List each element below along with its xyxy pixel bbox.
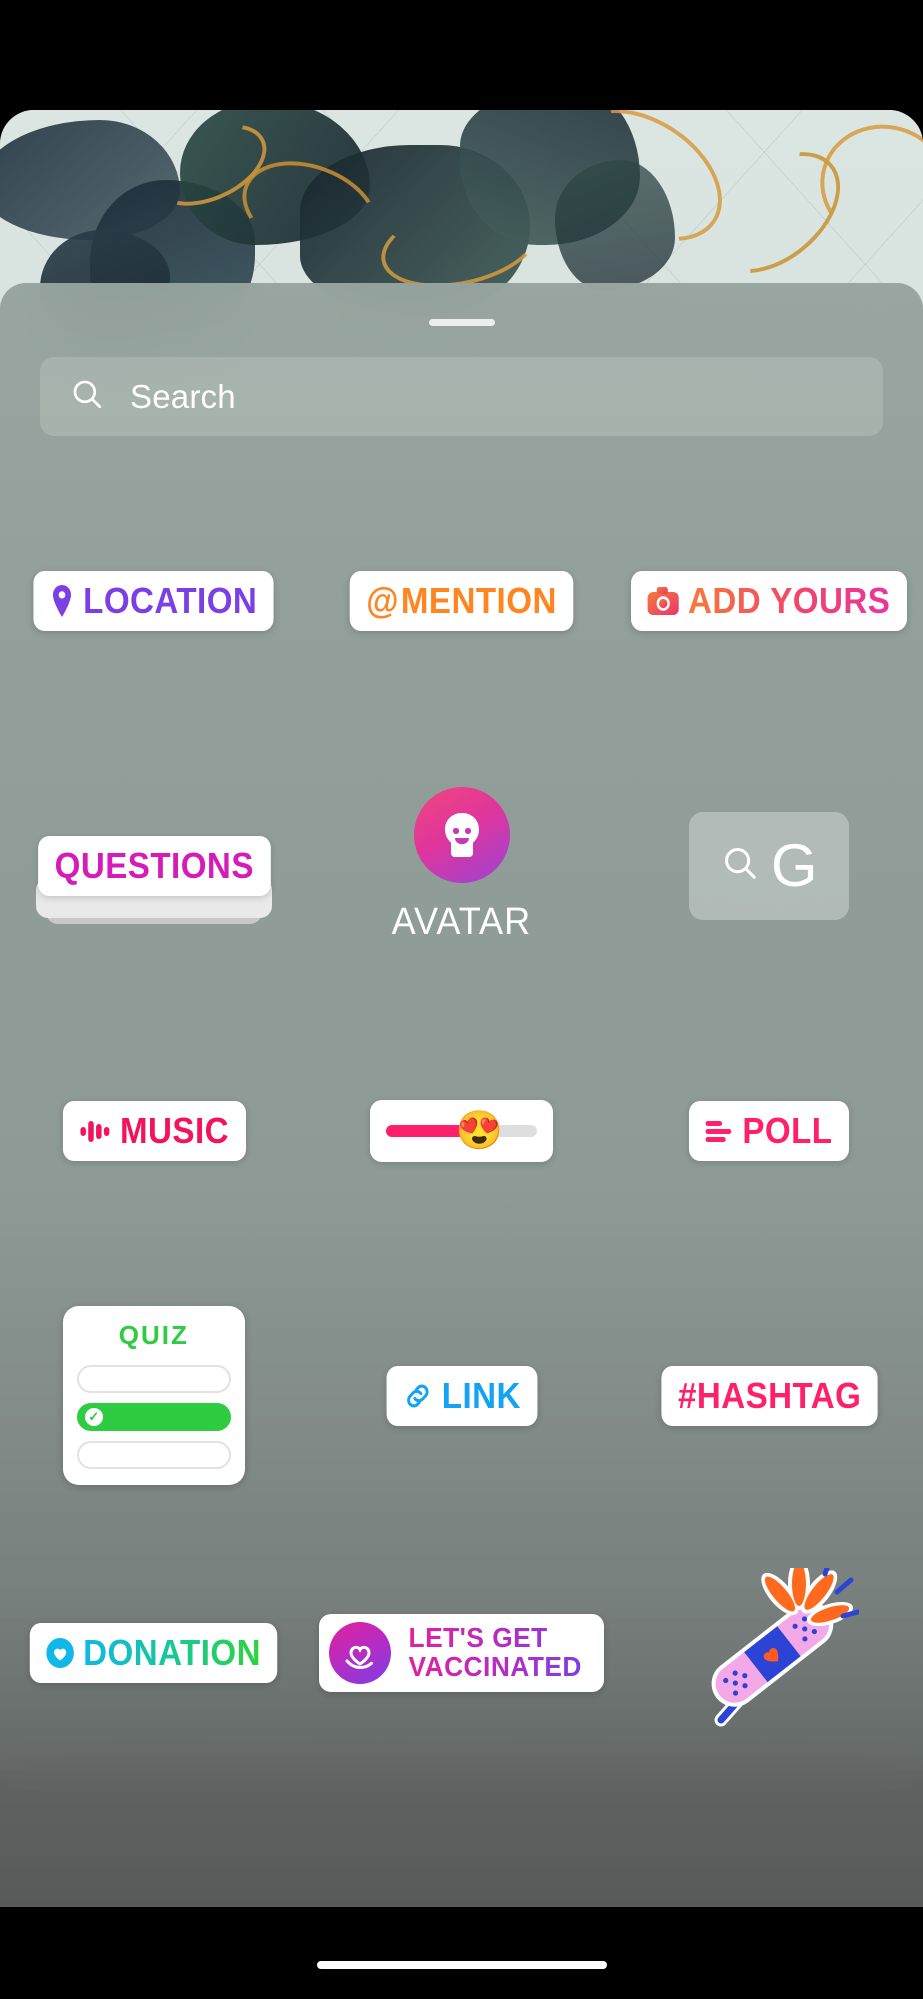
sticker-cell-quiz[interactable]: QUIZ ✓ xyxy=(0,1263,308,1528)
music-sticker-label: MUSIC xyxy=(120,1113,229,1149)
sticker-cell-link[interactable]: LINK xyxy=(308,1263,616,1528)
sticker-cell-donation[interactable]: DONATION xyxy=(0,1528,308,1778)
sheet-drag-handle[interactable] xyxy=(429,319,495,326)
search-input[interactable]: Search xyxy=(40,357,883,436)
location-pin-icon xyxy=(50,585,74,617)
sticker-cell-emoji-slider[interactable]: 😍 xyxy=(308,998,616,1263)
donation-sticker[interactable]: DONATION xyxy=(30,1623,278,1683)
sticker-tray-sheet: Search LOCATION xyxy=(0,283,923,1907)
sticker-cell-add-yours[interactable]: ADD YOURS xyxy=(615,468,923,733)
hashtag-sticker[interactable]: #HASHTAG xyxy=(661,1366,878,1426)
sticker-cell-location[interactable]: LOCATION xyxy=(0,468,308,733)
poll-sticker-label: POLL xyxy=(742,1113,832,1149)
quiz-sticker[interactable]: QUIZ ✓ xyxy=(63,1306,245,1485)
music-waveform-icon xyxy=(79,1116,110,1146)
sticker-cell-flower-bandage[interactable] xyxy=(615,1528,923,1778)
quiz-option[interactable] xyxy=(77,1365,231,1393)
questions-sticker[interactable]: QUESTIONS xyxy=(28,836,281,896)
location-sticker-label: LOCATION xyxy=(83,583,257,619)
link-sticker-label: LINK xyxy=(441,1378,520,1414)
add-yours-sticker-label: ADD YOURS xyxy=(688,583,890,619)
sticker-cell-questions[interactable]: QUESTIONS xyxy=(0,733,308,998)
sticker-grid: LOCATION @ MENTION xyxy=(0,468,923,1778)
mention-sticker[interactable]: @ MENTION xyxy=(350,571,574,631)
slider-fill xyxy=(386,1125,465,1137)
sticker-cell-music[interactable]: MUSIC xyxy=(0,998,308,1263)
poll-bars-icon xyxy=(706,1116,734,1146)
avatar-sticker[interactable] xyxy=(414,787,510,883)
sticker-cell-gif[interactable]: G xyxy=(615,733,923,998)
sticker-row: DONATION LET'S GET VACCINATE xyxy=(0,1528,923,1778)
vaccinated-sticker[interactable]: LET'S GET VACCINATED xyxy=(319,1614,603,1692)
location-sticker[interactable]: LOCATION xyxy=(34,571,274,631)
vaccinated-line-2: VACCINATED xyxy=(409,1653,582,1682)
sticker-row: QUIZ ✓ xyxy=(0,1263,923,1528)
poll-sticker[interactable]: POLL xyxy=(689,1101,849,1161)
sticker-cell-mention[interactable]: @ MENTION xyxy=(308,468,616,733)
bandage-flower-icon[interactable] xyxy=(679,1568,859,1738)
sticker-cell-hashtag[interactable]: #HASHTAG xyxy=(615,1263,923,1528)
vaccinated-sticker-label: LET'S GET VACCINATED xyxy=(409,1624,582,1681)
quiz-option[interactable] xyxy=(77,1441,231,1469)
gif-search-sticker[interactable]: G xyxy=(689,812,849,920)
mention-sticker-label: @ MENTION xyxy=(366,583,557,619)
questions-card[interactable]: QUESTIONS xyxy=(38,836,270,896)
vaccinated-line-1: LET'S GET xyxy=(409,1624,582,1653)
sticker-cell-vaccinated[interactable]: LET'S GET VACCINATED xyxy=(308,1528,616,1778)
home-indicator[interactable] xyxy=(317,1961,607,1969)
hashtag-sticker-label: #HASHTAG xyxy=(677,1378,860,1414)
checkmark-icon: ✓ xyxy=(85,1408,103,1426)
gif-letter-label: G xyxy=(771,839,818,893)
search-icon xyxy=(70,377,104,416)
sticker-row: QUESTIONS AVATAR xyxy=(0,733,923,998)
quiz-option-correct[interactable]: ✓ xyxy=(77,1403,231,1431)
chain-link-icon xyxy=(403,1380,432,1412)
at-sign-icon: @ xyxy=(366,583,399,619)
slider-track[interactable]: 😍 xyxy=(386,1125,537,1137)
heart-circle-icon xyxy=(329,1622,391,1684)
heart-eyes-emoji[interactable]: 😍 xyxy=(455,1112,502,1150)
questions-sticker-label: QUESTIONS xyxy=(54,848,253,884)
search-icon xyxy=(721,844,759,887)
sticker-row: MUSIC 😍 xyxy=(0,998,923,1263)
avatar-sticker-label: AVATAR xyxy=(392,901,531,944)
donation-sticker-label: DONATION xyxy=(83,1635,261,1671)
link-sticker[interactable]: LINK xyxy=(386,1366,537,1426)
add-yours-sticker[interactable]: ADD YOURS xyxy=(631,571,907,631)
sticker-row: LOCATION @ MENTION xyxy=(0,468,923,733)
search-placeholder: Search xyxy=(130,378,236,416)
heart-circle-icon xyxy=(47,1638,75,1668)
avatar-face-icon xyxy=(434,807,490,863)
sticker-cell-avatar[interactable]: AVATAR xyxy=(308,733,616,998)
phone-screen: Search LOCATION xyxy=(0,0,923,1999)
music-sticker[interactable]: MUSIC xyxy=(63,1101,246,1161)
emoji-slider-sticker[interactable]: 😍 xyxy=(370,1100,553,1162)
sticker-cell-poll[interactable]: POLL xyxy=(615,998,923,1263)
quiz-sticker-label: QUIZ xyxy=(77,1320,231,1351)
camera-icon xyxy=(648,587,679,615)
